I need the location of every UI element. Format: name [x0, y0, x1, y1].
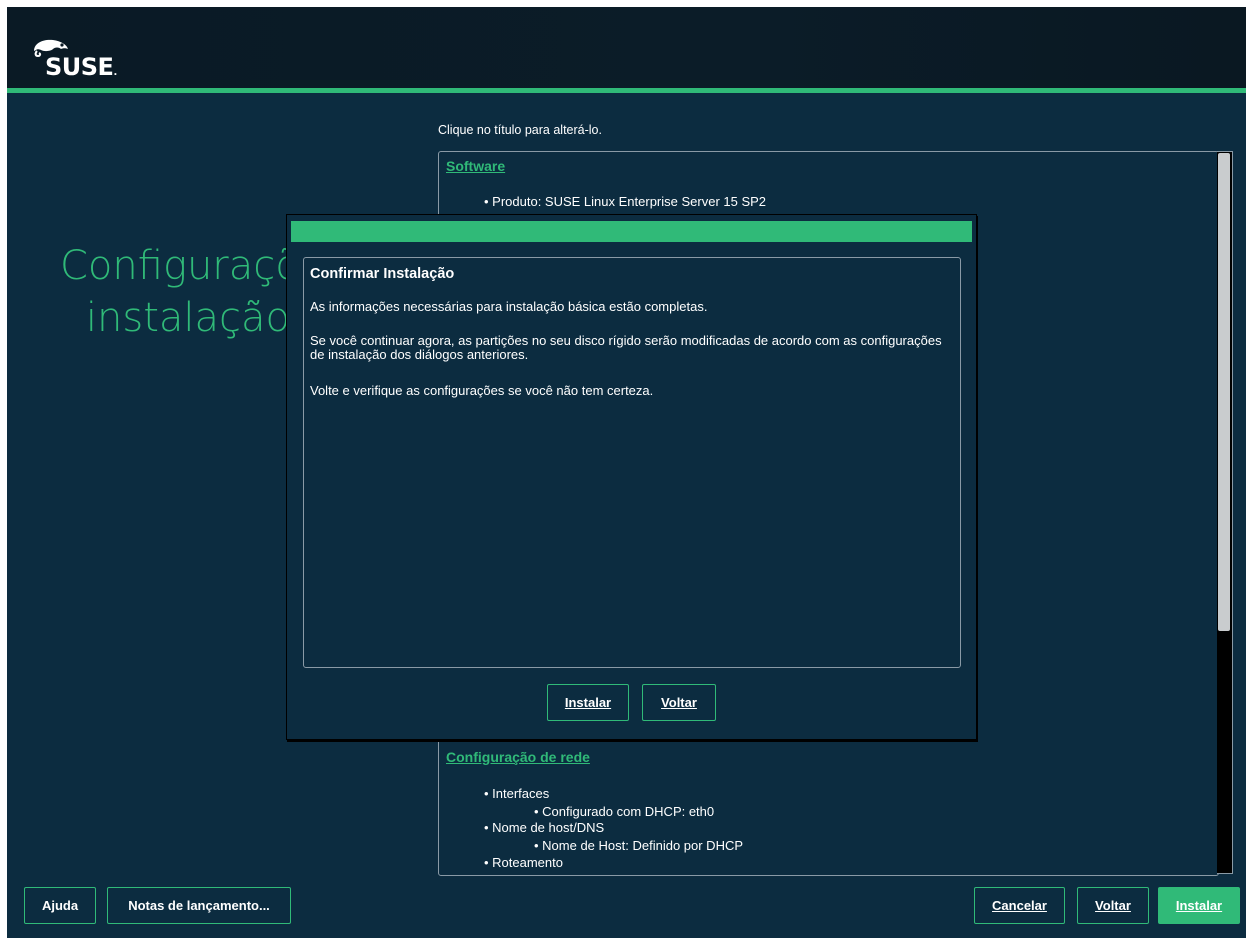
install-button[interactable]: Instalar	[1158, 887, 1240, 924]
list-item: • Nome de Host: Definido por DHCP	[534, 838, 744, 853]
scrollbar-thumb[interactable]	[1218, 153, 1230, 631]
dialog-paragraph-2: Se você continuar agora, as partições no…	[310, 333, 942, 362]
page-title-line-1: Configurações de	[60, 243, 290, 289]
header-bar: SUSE.	[7, 7, 1246, 88]
summary-scrollbar[interactable]	[1217, 151, 1233, 874]
dialog-title: Confirmar Instalação	[310, 266, 455, 282]
section-software-link[interactable]: Software	[446, 158, 505, 174]
dialog-install-button[interactable]: Instalar	[547, 684, 629, 721]
dialog-paragraph-3: Volte e verifique as configurações se vo…	[310, 383, 654, 398]
page-title: Configurações de instalação	[60, 240, 290, 344]
suse-logo: SUSE.	[31, 37, 131, 82]
list-item: • Roteamento	[484, 855, 563, 870]
dialog-title-bar	[291, 221, 972, 242]
section-network-link[interactable]: Configuração de rede	[446, 749, 590, 765]
summary-hint: Clique no título para alterá-lo.	[438, 123, 602, 137]
release-notes-button[interactable]: Notas de lançamento...	[107, 887, 291, 924]
header-accent-line	[7, 88, 1246, 93]
list-item: • Nome de host/DNS	[484, 820, 605, 835]
dialog-back-button[interactable]: Voltar	[642, 684, 716, 721]
confirm-install-dialog: Confirmar Instalação As informações nece…	[286, 214, 977, 740]
help-button[interactable]: Ajuda	[24, 887, 96, 924]
dialog-paragraph-1: As informações necessárias para instalaç…	[310, 299, 708, 314]
list-item: • Interfaces	[484, 786, 550, 801]
window-border-right	[1246, 0, 1252, 938]
dialog-message-box: Confirmar Instalação As informações nece…	[303, 257, 961, 668]
window-border-left	[0, 0, 7, 938]
page-title-line-2: instalação	[85, 295, 290, 341]
window-border-top	[0, 0, 1252, 7]
list-item: • Configurado com DHCP: eth0	[534, 804, 715, 819]
back-button[interactable]: Voltar	[1077, 887, 1149, 924]
list-item: • Produto: SUSE Linux Enterprise Server …	[484, 194, 767, 209]
logo-wordmark: SUSE.	[45, 53, 117, 81]
cancel-button[interactable]: Cancelar	[974, 887, 1065, 924]
